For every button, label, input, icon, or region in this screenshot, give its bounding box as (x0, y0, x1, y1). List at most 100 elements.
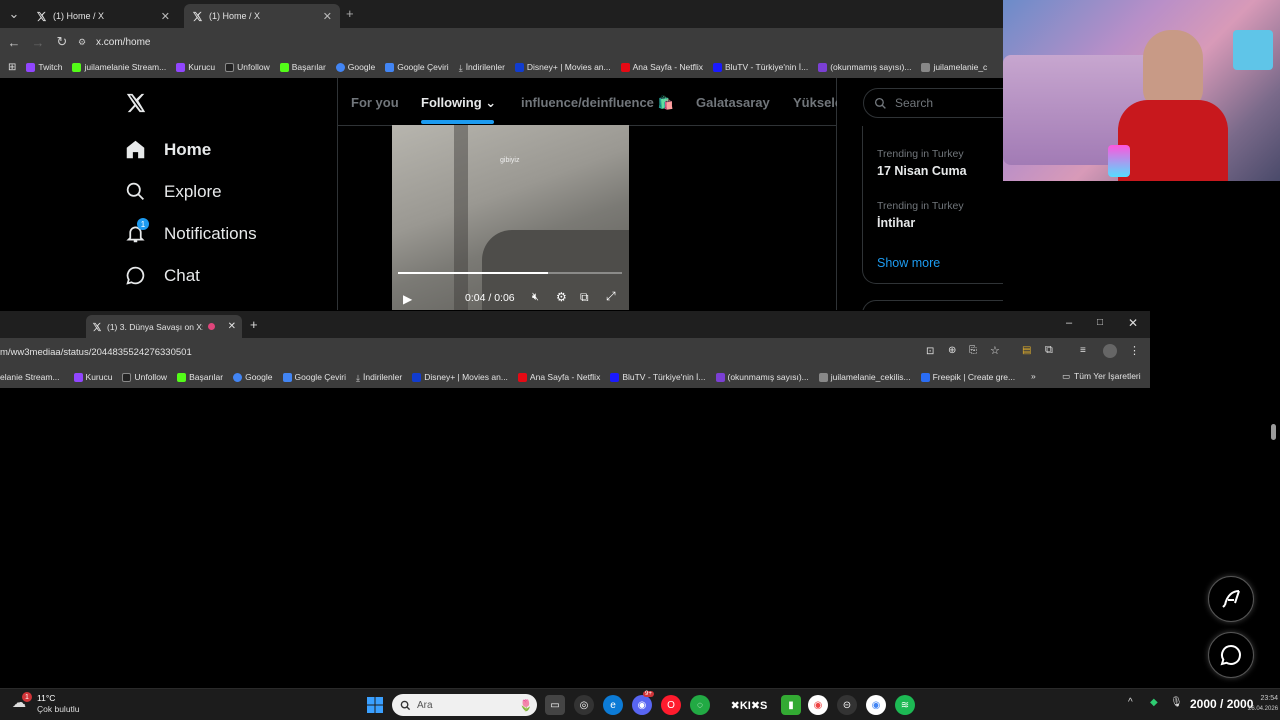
bookmark-star-icon[interactable]: ☆ (990, 344, 1000, 357)
bookmark-item[interactable]: Unfollow (122, 372, 167, 382)
bookmark-item[interactable]: Freepik | Create gre... (920, 372, 1015, 382)
nav-explore[interactable]: Explore (125, 181, 222, 202)
bookmark-item[interactable]: Google Çeviri (282, 372, 346, 382)
nav-chat[interactable]: Chat (125, 265, 200, 286)
settings-gear-icon[interactable]: ⚙ (556, 290, 567, 304)
zoom-icon[interactable]: ⊕ (948, 345, 956, 356)
messages-button[interactable] (1208, 632, 1254, 678)
trend-item[interactable]: Trending in Turkey İntihar (877, 200, 964, 230)
bookmark-item[interactable]: Kurucu (176, 62, 215, 72)
back-tab-1[interactable]: (1) Home / X ✕ (28, 4, 178, 28)
close-tab-icon[interactable]: ✕ (323, 10, 332, 23)
extension-icon[interactable]: ▤ (1022, 345, 1031, 356)
profile-avatar[interactable] (1103, 344, 1117, 358)
chrome-icon[interactable]: ◉ (866, 695, 886, 715)
maximize-icon[interactable]: □ (1097, 317, 1103, 328)
translate-icon[interactable]: ⊡ (926, 346, 934, 357)
menu-dots-icon[interactable]: ⋮ (1129, 344, 1140, 357)
microphone-icon[interactable]: 🎙︎ (1170, 697, 1183, 708)
bookmark-item[interactable]: juilamelanie Stream... (72, 62, 166, 72)
url-field[interactable]: x.com/home (96, 37, 150, 48)
tab-galatasaray[interactable]: Galatasaray (696, 95, 770, 110)
app-icon[interactable]: ⊝ (837, 695, 857, 715)
discord-icon[interactable]: ◉ 9+ (632, 691, 654, 715)
video-player[interactable]: gibiyiz ▶ 0:04 / 0:06 🔇︎ ⚙ ⧉ ⤢ (392, 125, 629, 310)
tab-for-you[interactable]: For you (351, 95, 399, 110)
bookmark-item[interactable]: Ana Sayfa - Netflix (620, 62, 703, 72)
tab-influence[interactable]: influence/deinfluence 🛍️ (521, 95, 674, 111)
windows-start-icon[interactable] (365, 695, 385, 715)
app-icon[interactable]: ◌ (690, 695, 710, 715)
tab-following[interactable]: Following ⌄ (421, 95, 496, 111)
bookmark-item[interactable]: ⤓ İndirilenler (356, 372, 402, 383)
forward-arrow-icon[interactable]: → (26, 30, 50, 54)
picture-in-picture-icon[interactable]: ⧉ (580, 290, 589, 305)
chrome-icon[interactable]: ◉ (808, 695, 828, 715)
bookmark-item[interactable]: Disney+ | Movies an... (412, 372, 508, 382)
bookmark-item[interactable]: ⤓ İndirilenler (459, 62, 505, 73)
bookmark-item[interactable]: BluTV - Türkiye'nin İ... (713, 62, 808, 72)
show-hidden-icons-chevron-icon[interactable]: ^ (1128, 697, 1133, 708)
clock[interactable]: 23:54 26.04.2026 (1248, 694, 1278, 714)
scrollbar-thumb[interactable] (1271, 424, 1276, 440)
bookmark-item[interactable]: Twitch (26, 62, 62, 72)
weather-widget[interactable]: ☁ 1 11°C Çok bulutlu (12, 692, 80, 715)
bookmark-item[interactable]: Google Çeviri (385, 62, 449, 72)
bookmark-item[interactable]: juilamelanie_c (921, 62, 987, 72)
nav-home[interactable]: Home (125, 139, 211, 160)
back-arrow-icon[interactable]: ← (2, 30, 26, 54)
video-progress-track[interactable] (398, 272, 622, 274)
tab-yukselen[interactable]: Yüksele (793, 95, 837, 110)
front-tab[interactable]: (1) 3. Dünya Savaşı on X: " ✕ (86, 315, 242, 338)
bookmark-item[interactable]: elanie Stream... (0, 372, 60, 382)
bookmark-item[interactable]: (okunmamış sayısı)... (818, 62, 911, 72)
kicks-app-icon[interactable]: ✖KI✖S (720, 695, 778, 715)
new-tab-button[interactable]: + (346, 6, 354, 21)
extensions-puzzle-icon[interactable]: ⧉ (1045, 344, 1053, 357)
tab-search-chevron-icon[interactable]: ⌄ (2, 2, 26, 26)
app-icon[interactable]: ◎ (574, 695, 594, 715)
minimize-icon[interactable]: – (1066, 317, 1072, 329)
fullscreen-icon[interactable]: ⤢ (606, 289, 616, 304)
reading-list-icon[interactable]: ≡ (1080, 345, 1086, 356)
opera-icon[interactable]: O (661, 695, 681, 715)
apps-grid-icon[interactable]: ⊞ (8, 62, 16, 73)
new-tab-button[interactable]: + (250, 317, 258, 332)
bookmark-item[interactable]: Google (233, 372, 273, 382)
spotify-icon[interactable]: ≋ (895, 695, 915, 715)
bookmark-item[interactable]: Başarılar (279, 62, 326, 72)
edge-icon[interactable]: e (603, 695, 623, 715)
show-more-link[interactable]: Show more (877, 256, 940, 270)
tray-app-icon[interactable]: ◆ (1150, 697, 1158, 708)
site-info-icon[interactable]: ⚙ (74, 30, 90, 54)
bookmark-item[interactable]: Google (335, 62, 375, 72)
compose-post-button[interactable] (1208, 576, 1254, 622)
bookmark-item[interactable]: Disney+ | Movies an... (514, 62, 611, 72)
bookmark-item[interactable]: Unfollow (225, 62, 270, 72)
close-window-icon[interactable]: ✕ (1128, 316, 1138, 330)
close-tab-icon[interactable]: ✕ (161, 10, 170, 23)
all-bookmarks-folder[interactable]: ▭ Tüm Yer İşaretleri (1062, 371, 1141, 382)
url-field[interactable]: m/ww3mediaa/status/2044835524276330501 (0, 347, 192, 358)
search-input[interactable]: Search (863, 88, 1003, 118)
bookmark-item[interactable]: BluTV - Türkiye'nin İ... (610, 372, 706, 382)
app-icon[interactable]: ▮ (781, 695, 801, 715)
bookmark-item[interactable]: Ana Sayfa - Netflix (517, 372, 600, 382)
bookmark-item[interactable]: juilamelanie_cekilis... (818, 372, 911, 382)
more-bookmarks-button[interactable]: » (1031, 371, 1036, 381)
close-tab-icon[interactable]: ✕ (228, 321, 236, 332)
bookmark-item[interactable]: Kurucu (73, 372, 112, 382)
reload-icon[interactable]: ↻ (50, 30, 74, 54)
video-watermark: gibiyiz (500, 157, 520, 164)
nav-notifications[interactable]: 1 Notifications (125, 218, 257, 244)
taskbar-search-input[interactable]: Ara 🌷 (392, 694, 537, 716)
bookmark-item[interactable]: Başarılar (177, 372, 223, 382)
bookmark-item[interactable]: (okunmamış sayısı)... (715, 372, 809, 382)
install-app-icon[interactable]: ⎘ (969, 345, 977, 356)
back-tab-2[interactable]: (1) Home / X ✕ (184, 4, 340, 28)
play-icon[interactable]: ▶ (403, 292, 412, 306)
trend-item[interactable]: Trending in Turkey 17 Nisan Cuma (877, 148, 967, 178)
task-view-icon[interactable]: ▭ (545, 695, 565, 715)
x-logo-icon[interactable] (125, 92, 147, 114)
mute-icon[interactable]: 🔇︎ (532, 291, 539, 304)
